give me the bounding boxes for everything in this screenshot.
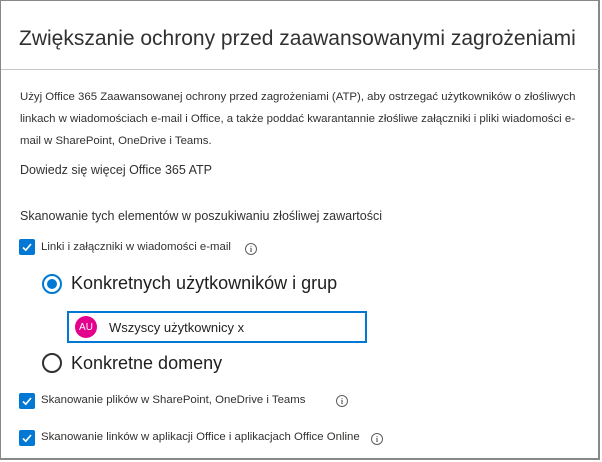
links-attachments-checkbox[interactable] bbox=[19, 239, 35, 255]
avatar: AU bbox=[75, 316, 97, 338]
info-icon[interactable]: i bbox=[245, 243, 257, 255]
specific-users-radio[interactable] bbox=[42, 274, 62, 294]
description-text: Użyj Office 365 Zaawansowanej ochrony pr… bbox=[20, 91, 576, 147]
dialog-frame: Zwiększanie ochrony przed zaawansowanymi… bbox=[0, 0, 600, 460]
learn-more-link[interactable]: Dowiedz się więcej Office 365 ATP bbox=[20, 163, 212, 177]
specific-domains-label: Konkretne domeny bbox=[71, 353, 223, 373]
users-picker-input[interactable]: AU Wszyscy użytkownicy x bbox=[67, 311, 367, 343]
radio-selected-dot bbox=[47, 279, 57, 289]
office-links-scan-checkbox[interactable] bbox=[19, 430, 35, 446]
sharepoint-scan-label: Skanowanie plików w SharePoint, OneDrive… bbox=[41, 394, 306, 406]
links-attachments-label: Linki i załączniki w wiadomości e-mail bbox=[41, 241, 231, 253]
checkmark-icon bbox=[22, 243, 32, 252]
checkmark-icon bbox=[22, 397, 32, 406]
office-links-scan-label: Skanowanie linków w aplikacji Office i a… bbox=[41, 431, 360, 443]
checkmark-icon bbox=[22, 434, 32, 443]
info-icon[interactable]: i bbox=[371, 433, 383, 445]
dialog-title: Zwiększanie ochrony przed zaawansowanymi… bbox=[19, 27, 576, 50]
sharepoint-scan-checkbox[interactable] bbox=[19, 393, 35, 409]
info-icon[interactable]: i bbox=[336, 395, 348, 407]
scan-heading: Skanowanie tych elementów w poszukiwaniu… bbox=[20, 209, 382, 223]
specific-users-label: Konkretnych użytkowników i grup bbox=[71, 273, 338, 293]
specific-domains-radio[interactable] bbox=[42, 353, 62, 373]
title-divider bbox=[1, 69, 599, 70]
selected-users-chip[interactable]: Wszyscy użytkownicy x bbox=[109, 320, 244, 335]
